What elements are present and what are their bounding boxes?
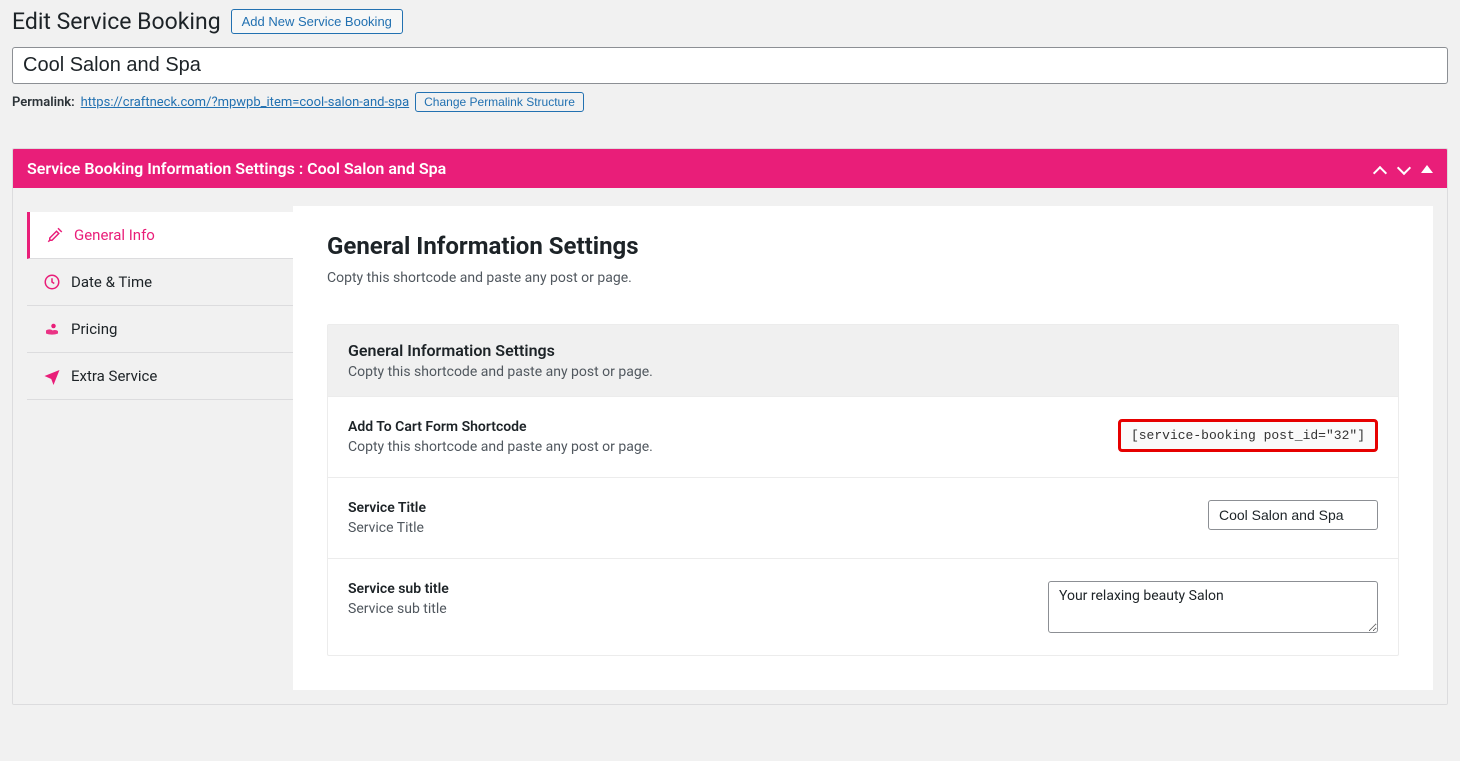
sidebar-item-label: General Info [74, 226, 155, 244]
section-head-sub: Copty this shortcode and paste any post … [348, 364, 1378, 380]
row-service-subtitle: Service sub title Service sub title [328, 558, 1398, 655]
row-sub: Copty this shortcode and paste any post … [348, 439, 653, 455]
permalink-label: Permalink: [12, 95, 75, 110]
row-shortcode: Add To Cart Form Shortcode Copty this sh… [328, 396, 1398, 477]
tools-icon [46, 226, 64, 244]
permalink-link[interactable]: https://craftneck.com/?mpwpb_item=cool-s… [81, 95, 410, 110]
row-title: Service sub title [348, 581, 449, 597]
page-title: Edit Service Booking [12, 8, 221, 35]
panel-title: Service Booking Information Settings : C… [27, 159, 446, 178]
permalink-row: Permalink: https://craftneck.com/?mpwpb_… [12, 92, 1448, 112]
row-title: Add To Cart Form Shortcode [348, 419, 653, 435]
clock-icon [43, 273, 61, 291]
hand-coin-icon [43, 320, 61, 338]
sidebar-item-pricing[interactable]: Pricing [27, 306, 293, 353]
change-permalink-button[interactable]: Change Permalink Structure [415, 92, 584, 112]
sidebar-item-label: Extra Service [71, 367, 157, 385]
section-head: General Information Settings Copty this … [328, 325, 1398, 396]
collapse-icon[interactable] [1421, 165, 1433, 173]
settings-sidebar: General Info Date & Time Pricing [27, 206, 293, 690]
main-heading: General Information Settings [327, 232, 1399, 260]
row-sub: Service Title [348, 520, 426, 536]
sidebar-item-label: Date & Time [71, 273, 152, 291]
section-head-title: General Information Settings [348, 341, 1378, 360]
row-title: Service Title [348, 500, 426, 516]
post-title-input[interactable] [12, 47, 1448, 84]
sidebar-item-extra-service[interactable]: Extra Service [27, 353, 293, 400]
add-new-button[interactable]: Add New Service Booking [231, 9, 403, 34]
sidebar-item-date-time[interactable]: Date & Time [27, 259, 293, 306]
chevron-down-icon[interactable] [1397, 162, 1411, 176]
chevron-up-icon[interactable] [1373, 162, 1387, 176]
settings-panel: Service Booking Information Settings : C… [12, 148, 1448, 705]
airplane-icon [43, 367, 61, 385]
row-sub: Service sub title [348, 601, 449, 617]
service-subtitle-textarea[interactable] [1048, 581, 1378, 633]
row-service-title: Service Title Service Title [328, 477, 1398, 558]
settings-main: General Information Settings Copty this … [293, 206, 1433, 690]
sidebar-item-label: Pricing [71, 320, 117, 338]
service-title-input[interactable] [1208, 500, 1378, 530]
panel-header: Service Booking Information Settings : C… [13, 149, 1447, 188]
section-box: General Information Settings Copty this … [327, 324, 1399, 656]
main-sub: Copty this shortcode and paste any post … [327, 270, 1399, 286]
shortcode-value[interactable]: [service-booking post_id="32"] [1118, 419, 1378, 452]
sidebar-item-general-info[interactable]: General Info [27, 212, 293, 259]
